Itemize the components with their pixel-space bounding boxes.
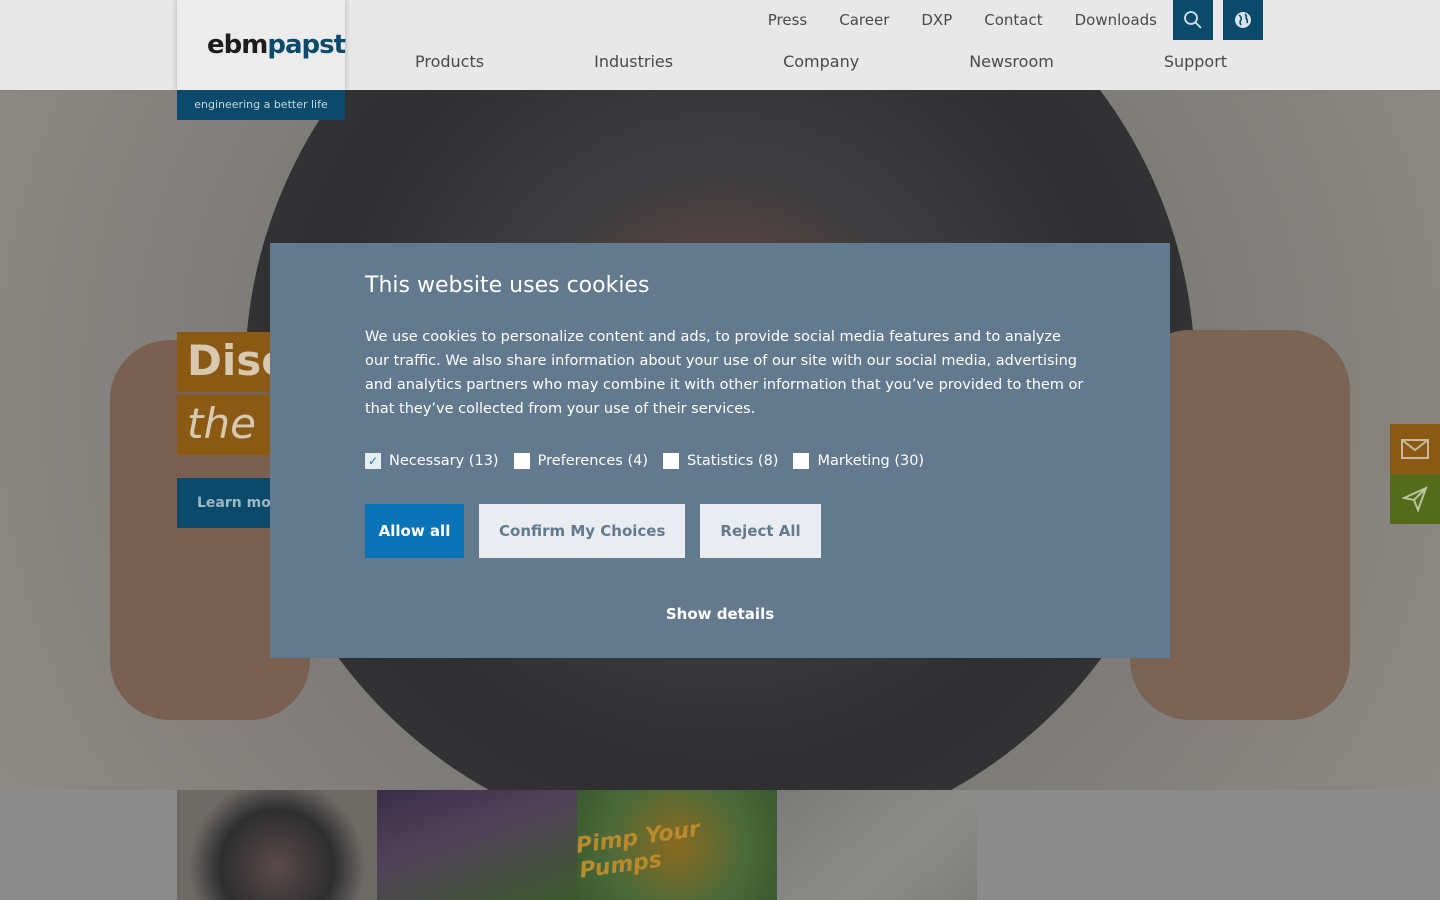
checkbox-box — [793, 453, 810, 469]
main-nav: Products Industries Company Newsroom Sup… — [415, 52, 1227, 71]
thumb-area-right — [977, 790, 1440, 900]
checkbox-box — [513, 453, 530, 469]
logo-tagline: engineering a better life — [177, 90, 345, 120]
nav-company[interactable]: Company — [783, 52, 859, 71]
allow-all-button[interactable]: Allow all — [365, 504, 464, 558]
thumb-motor[interactable] — [777, 790, 977, 900]
teaser-thumbnails: Pimp Your Pumps — [177, 790, 977, 900]
search-icon — [1184, 11, 1202, 29]
cookie-title: This website uses cookies — [365, 273, 650, 298]
reject-all-button[interactable]: Reject All — [700, 504, 821, 558]
meta-link-dxp[interactable]: DXP — [921, 11, 952, 29]
thumb-area-left — [0, 790, 177, 900]
contact-mail-tab[interactable] — [1390, 424, 1440, 474]
thumb-fan[interactable] — [177, 790, 377, 900]
language-button[interactable] — [1223, 0, 1263, 40]
logo-text: ebmpapst — [207, 30, 346, 60]
checkbox-box — [663, 453, 680, 469]
meta-link-contact[interactable]: Contact — [984, 11, 1042, 29]
show-details-link[interactable]: Show details — [270, 605, 1170, 623]
site-header: ebmpapst Press Career DXP Contact Downlo… — [0, 0, 1440, 90]
checkbox-necessary[interactable]: ✓ Necessary (13) — [365, 453, 499, 469]
globe-icon — [1235, 12, 1251, 28]
nav-newsroom[interactable]: Newsroom — [969, 52, 1054, 71]
checkbox-preferences[interactable]: Preferences (4) — [513, 453, 648, 469]
nav-products[interactable]: Products — [415, 52, 484, 71]
newsletter-send-tab[interactable] — [1390, 474, 1440, 524]
meta-link-career[interactable]: Career — [839, 11, 889, 29]
cookie-dialog: This website uses cookies We use cookies… — [270, 243, 1170, 658]
check-icon: ✓ — [365, 453, 381, 469]
thumb-pimp-your-pumps-text: Pimp Your Pumps — [574, 816, 702, 884]
logo[interactable]: ebmpapst — [177, 0, 346, 90]
meta-link-press[interactable]: Press — [768, 11, 807, 29]
thumb-vertical-farming[interactable] — [377, 790, 577, 900]
nav-industries[interactable]: Industries — [594, 52, 673, 71]
search-button[interactable] — [1173, 0, 1213, 40]
meta-nav: Press Career DXP Contact Downloads — [736, 0, 1263, 40]
cookie-categories: ✓ Necessary (13) Preferences (4) Statist… — [365, 453, 939, 469]
thumb-pimp-your-pumps[interactable]: Pimp Your Pumps — [574, 790, 777, 900]
cookie-description: We use cookies to personalize content an… — [365, 329, 1084, 417]
checkbox-marketing[interactable]: Marketing (30) — [793, 453, 924, 469]
nav-support[interactable]: Support — [1164, 52, 1227, 71]
send-icon — [1402, 486, 1428, 512]
cookie-buttons: Allow all Confirm My Choices Reject All — [365, 504, 836, 558]
mail-icon — [1401, 439, 1429, 459]
meta-link-downloads[interactable]: Downloads — [1075, 11, 1157, 29]
checkbox-statistics[interactable]: Statistics (8) — [663, 453, 778, 469]
confirm-choices-button[interactable]: Confirm My Choices — [479, 504, 686, 558]
